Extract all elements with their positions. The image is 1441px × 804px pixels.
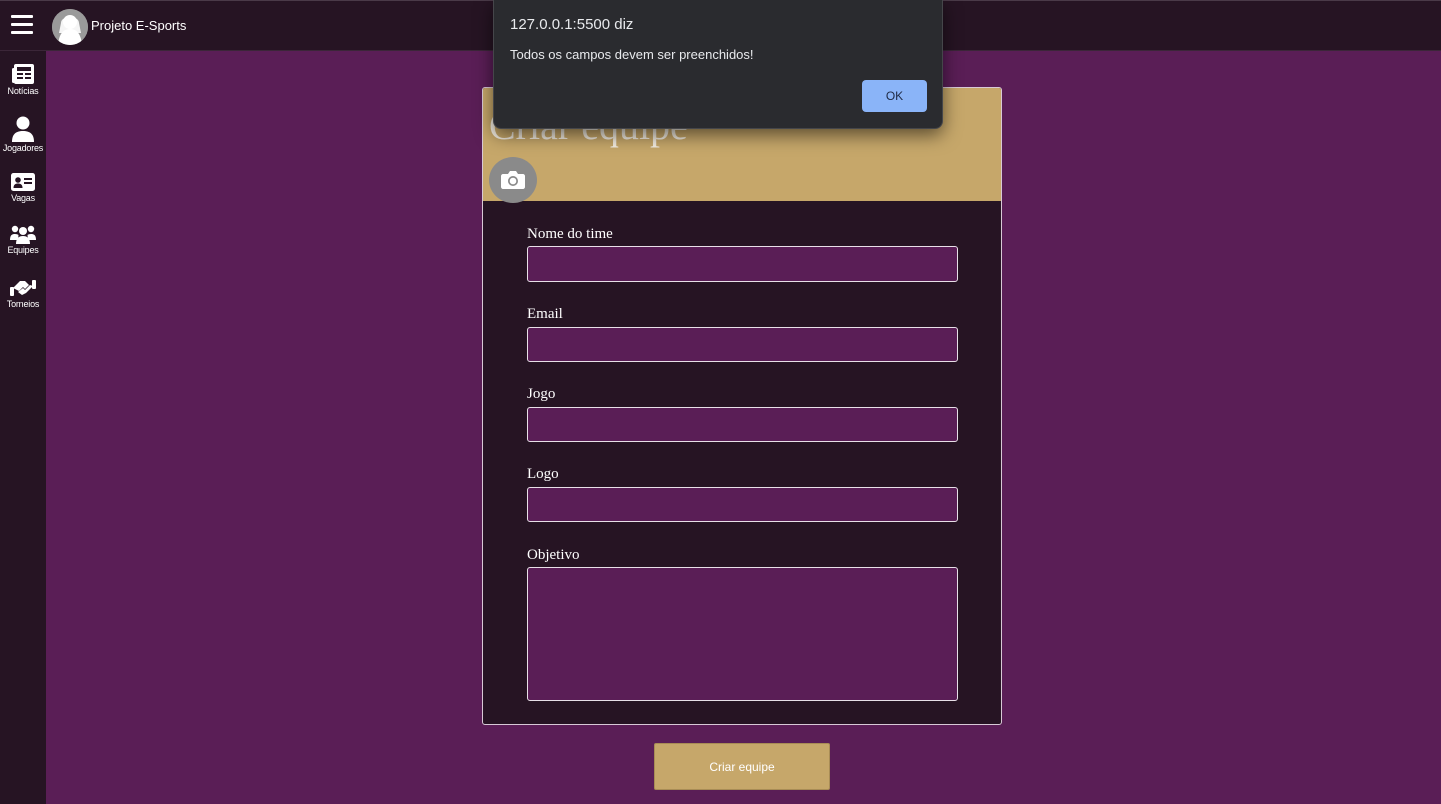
- create-team-card: Criar equipe Nome do time Email Jogo Log…: [482, 87, 1002, 725]
- dialog-ok-button[interactable]: OK: [862, 80, 927, 112]
- sidebar-item-label: Vagas: [11, 193, 35, 203]
- dialog-origin: 127.0.0.1:5500 diz: [510, 16, 634, 33]
- logo-input[interactable]: [527, 487, 958, 522]
- dialog-message: Todos os campos devem ser preenchidos!: [510, 47, 754, 62]
- sidebar-item-torneios[interactable]: Torneios: [0, 278, 46, 309]
- sidebar-item-label: Equipes: [7, 245, 39, 255]
- sidebar-item-label: Notícias: [7, 86, 39, 96]
- email-label: Email: [527, 306, 563, 322]
- sidebar-item-noticias[interactable]: Notícias: [0, 63, 46, 96]
- newspaper-icon: [12, 64, 34, 84]
- sidebar-item-label: Torneios: [6, 299, 40, 309]
- team-name-input[interactable]: [527, 246, 958, 282]
- id-card-icon: [11, 173, 35, 191]
- sidebar-item-vagas[interactable]: Vagas: [0, 172, 46, 203]
- alert-dialog: 127.0.0.1:5500 diz Todos os campos devem…: [493, 0, 943, 129]
- camera-icon: [501, 171, 525, 189]
- sidebar-item-equipes[interactable]: Equipes: [0, 224, 46, 255]
- app-title: Projeto E-Sports: [91, 18, 187, 33]
- logo-label: Logo: [527, 466, 559, 482]
- hamburger-menu-icon[interactable]: [11, 15, 33, 37]
- team-name-label: Nome do time: [527, 226, 613, 242]
- email-input[interactable]: [527, 327, 958, 362]
- user-avatar-icon[interactable]: [52, 9, 88, 45]
- objective-label: Objetivo: [527, 547, 580, 563]
- sidebar-item-label: Jogadores: [2, 143, 44, 153]
- sidebar: Notícias Jogadores Vagas Equipes Torneio…: [0, 51, 46, 804]
- handshake-icon: [10, 280, 36, 296]
- create-team-button[interactable]: Criar equipe: [654, 743, 830, 790]
- user-icon: [12, 116, 34, 142]
- upload-photo-button[interactable]: [489, 157, 537, 203]
- game-label: Jogo: [527, 386, 556, 402]
- objective-textarea[interactable]: [527, 567, 958, 701]
- users-group-icon: [10, 225, 36, 244]
- game-input[interactable]: [527, 407, 958, 442]
- sidebar-item-jogadores[interactable]: Jogadores: [0, 116, 46, 153]
